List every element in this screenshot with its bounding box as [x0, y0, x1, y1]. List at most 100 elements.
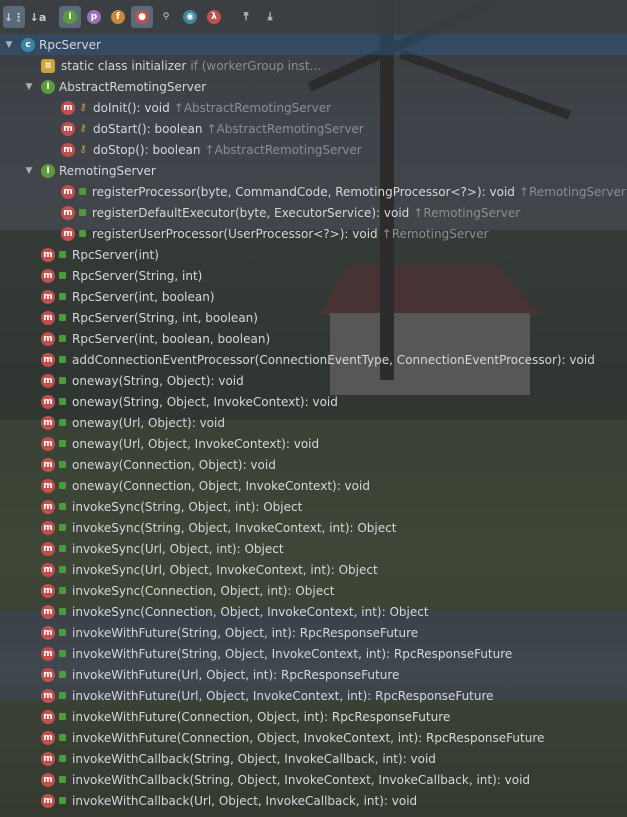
- method-icon: m: [41, 730, 55, 745]
- tree-row[interactable]: m registerDefaultExecutor(byte, ExecutorS…: [0, 202, 627, 223]
- protected-visibility-icon: ⚷: [79, 123, 87, 134]
- show-anonymous-button[interactable]: ⚲: [155, 6, 177, 28]
- method-icon: m: [41, 331, 55, 346]
- method-icon: m: [41, 772, 55, 787]
- tree-row[interactable]: m invokeSync(String, Object, InvokeContex…: [0, 517, 627, 538]
- show-properties-button[interactable]: p: [83, 6, 105, 28]
- tree-row[interactable]: m invokeSync(Url, Object, InvokeContext, …: [0, 559, 627, 580]
- show-fields-icon: f: [111, 10, 125, 24]
- tree-row[interactable]: m oneway(String, Object, InvokeContext): …: [0, 391, 627, 412]
- tree-row[interactable]: m ⚷ doInit(): void ↑AbstractRemotingServer: [0, 97, 627, 118]
- public-visibility-icon: [59, 566, 66, 573]
- method-icon: m: [41, 268, 55, 283]
- tree-row[interactable]: ≡ static class initializer if (workerGroup…: [0, 55, 627, 76]
- tree-row-label: invokeWithFuture(Connection, Object, int…: [72, 709, 451, 724]
- tree-row[interactable]: m invokeWithFuture(String, Object, int): …: [0, 622, 627, 643]
- tree-row[interactable]: m RpcServer(int): [0, 244, 627, 265]
- public-visibility-icon: [59, 398, 66, 405]
- interface-icon: I: [41, 163, 55, 178]
- public-visibility-icon: [59, 545, 66, 552]
- tree-row-label: invokeWithCallback(String, Object, Invok…: [72, 772, 531, 787]
- sort-alphabetically-button[interactable]: ↓a: [27, 6, 49, 28]
- tree-row-label: invokeWithFuture(Url, Object, InvokeCont…: [72, 688, 494, 703]
- tree-row[interactable]: m oneway(String, Object): void: [0, 370, 627, 391]
- tree-row[interactable]: ▼ c RpcServer: [0, 34, 627, 55]
- tree-row[interactable]: m RpcServer(int, boolean, boolean): [0, 328, 627, 349]
- method-icon: m: [41, 373, 55, 388]
- inherited-from-label: if (workerGroup inst...: [190, 58, 321, 73]
- tree-row[interactable]: m invokeWithCallback(Url, Object, InvokeC…: [0, 790, 627, 811]
- sort-by-visibility-button[interactable]: ↓⋮: [3, 6, 25, 28]
- tree-row[interactable]: m invokeWithCallback(String, Object, Invo…: [0, 748, 627, 769]
- expand-arrow-icon[interactable]: ▼: [3, 40, 15, 50]
- tree-row[interactable]: m invokeSync(Connection, Object, int): Ob…: [0, 580, 627, 601]
- tree-row[interactable]: m ⚷ doStop(): boolean ↑AbstractRemotingServ…: [0, 139, 627, 160]
- tree-row[interactable]: m invokeWithCallback(String, Object, Invo…: [0, 769, 627, 790]
- tree-row[interactable]: m addConnectionEventProcessor(ConnectionE…: [0, 349, 627, 370]
- method-icon: m: [41, 667, 55, 682]
- tree-row-label: doStop(): boolean: [93, 142, 201, 157]
- protected-visibility-icon: ⚷: [79, 102, 87, 113]
- public-visibility-icon: [59, 251, 66, 258]
- method-icon: m: [41, 793, 55, 808]
- method-icon: m: [41, 394, 55, 409]
- tree-row-label: invokeWithFuture(String, Object, InvokeC…: [72, 646, 513, 661]
- show-inherited-button[interactable]: I: [59, 6, 81, 28]
- tree-row[interactable]: m oneway(Url, Object, InvokeContext): voi…: [0, 433, 627, 454]
- show-lambdas-icon: ◉: [183, 10, 197, 24]
- method-icon: m: [41, 562, 55, 577]
- tree-row[interactable]: m oneway(Url, Object): void: [0, 412, 627, 433]
- tree-row-label: RpcServer(int): [72, 247, 159, 262]
- tree-row[interactable]: m invokeSync(String, Object, int): Object: [0, 496, 627, 517]
- tree-row-label: invokeWithCallback(String, Object, Invok…: [72, 751, 436, 766]
- tree-row[interactable]: m invokeSync(Connection, Object, InvokeCo…: [0, 601, 627, 622]
- tree-row-label: invokeWithFuture(Connection, Object, Inv…: [72, 730, 545, 745]
- show-inherited-icon: I: [63, 10, 77, 24]
- public-visibility-icon: [59, 734, 66, 741]
- tree-row[interactable]: m oneway(Connection, Object): void: [0, 454, 627, 475]
- collapse-all-button[interactable]: ⤓: [259, 6, 281, 28]
- public-visibility-icon: [59, 482, 66, 489]
- tree-row[interactable]: m registerProcessor(byte, CommandCode, Re…: [0, 181, 627, 202]
- method-icon: m: [41, 583, 55, 598]
- method-icon: m: [41, 646, 55, 661]
- expand-all-button[interactable]: ⤒: [235, 6, 257, 28]
- sort-alphabetically-icon: ↓a: [29, 10, 47, 24]
- public-visibility-icon: [59, 587, 66, 594]
- tree-row[interactable]: m RpcServer(String, int, boolean): [0, 307, 627, 328]
- tree-row[interactable]: ▼ I AbstractRemotingServer: [0, 76, 627, 97]
- tree-row[interactable]: m invokeSync(Url, Object, int): Object: [0, 538, 627, 559]
- inherited-from-label: ↑AbstractRemotingServer: [206, 121, 364, 136]
- method-icon: m: [41, 310, 55, 325]
- expand-arrow-icon[interactable]: ▼: [23, 82, 35, 92]
- public-visibility-icon: [59, 608, 66, 615]
- tree-row[interactable]: m ⚷ doStart(): boolean ↑AbstractRemotingSer…: [0, 118, 627, 139]
- public-visibility-icon: [59, 356, 66, 363]
- tree-row[interactable]: m invokeWithFuture(Url, Object, int): Rpc…: [0, 664, 627, 685]
- show-lambda-button[interactable]: λ: [203, 6, 225, 28]
- tree-row[interactable]: m RpcServer(int, boolean): [0, 286, 627, 307]
- tree-row[interactable]: m registerUserProcessor(UserProcessor<?>)…: [0, 223, 627, 244]
- tree-row-label: oneway(String, Object): void: [72, 373, 244, 388]
- tree-row[interactable]: m invokeWithFuture(Url, Object, InvokeCon…: [0, 685, 627, 706]
- tree-row-label: RpcServer(int, boolean, boolean): [72, 331, 271, 346]
- method-icon: m: [61, 226, 75, 241]
- inherited-from-label: ↑RemotingServer: [518, 184, 626, 199]
- tree-row[interactable]: ▼ I RemotingServer: [0, 160, 627, 181]
- show-lambdas-button[interactable]: ◉: [179, 6, 201, 28]
- tree-row[interactable]: m oneway(Connection, Object, InvokeContex…: [0, 475, 627, 496]
- method-icon: m: [41, 289, 55, 304]
- tree-row-label: RpcServer(String, int, boolean): [72, 310, 258, 325]
- tree-row[interactable]: m invokeWithFuture(String, Object, Invoke…: [0, 643, 627, 664]
- tree-row[interactable]: m invokeWithFuture(Connection, Object, In…: [0, 727, 627, 748]
- tree-row-label: registerUserProcessor(UserProcessor<?>):…: [92, 226, 378, 241]
- inherited-from-label: ↑RemotingServer: [381, 226, 489, 241]
- show-fields-button[interactable]: f: [107, 6, 129, 28]
- tree-row-label: oneway(Url, Object): void: [72, 415, 225, 430]
- method-icon: m: [41, 604, 55, 619]
- show-non-public-button[interactable]: ●: [131, 6, 153, 28]
- public-visibility-icon: [59, 461, 66, 468]
- expand-arrow-icon[interactable]: ▼: [23, 166, 35, 176]
- tree-row[interactable]: m RpcServer(String, int): [0, 265, 627, 286]
- tree-row[interactable]: m invokeWithFuture(Connection, Object, in…: [0, 706, 627, 727]
